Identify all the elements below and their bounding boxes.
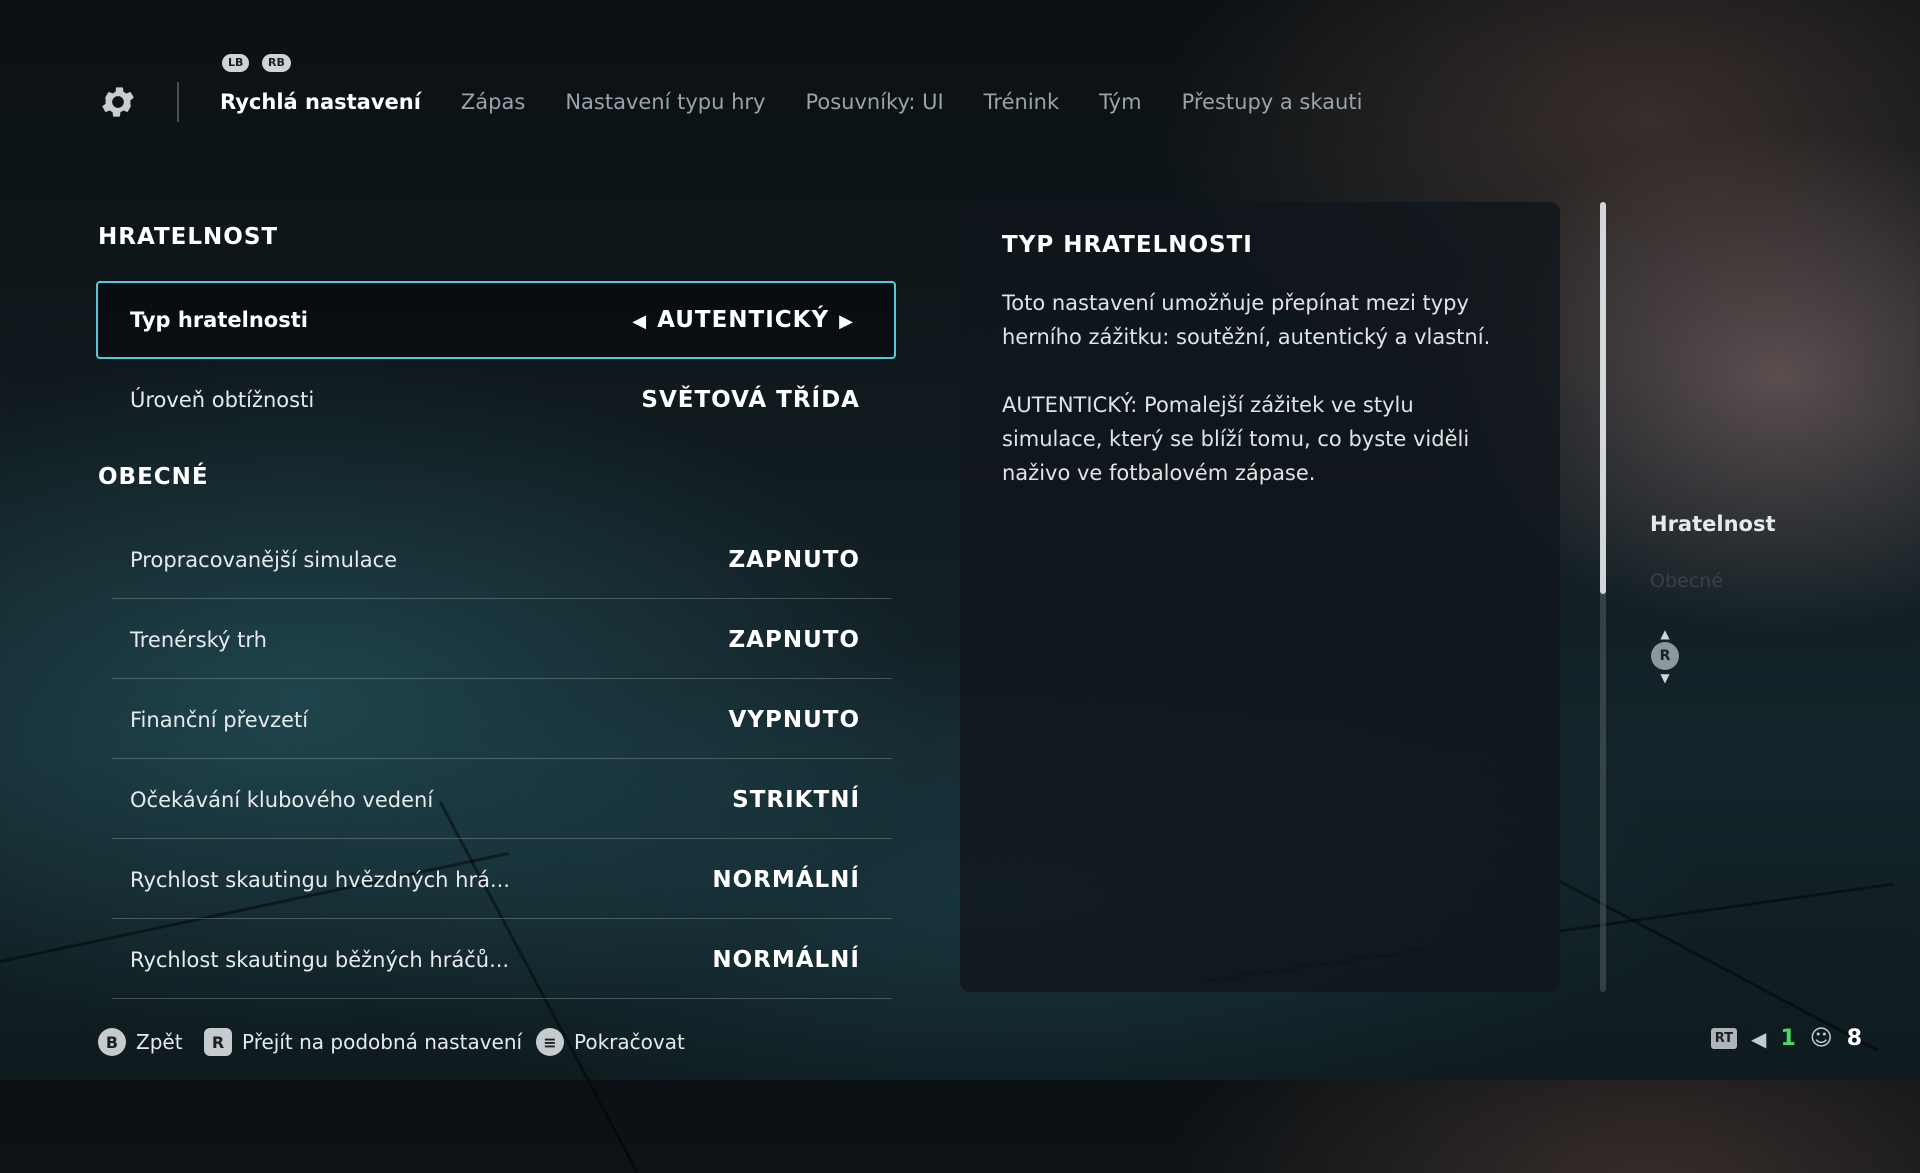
player-count: 8 — [1846, 1026, 1862, 1051]
setting-value: VYPNUTO — [728, 706, 860, 733]
description-paragraph: AUTENTICKÝ: Pomalejší zážitek ve stylu s… — [1002, 393, 1470, 485]
status-bar: RT ◀ 1 ☺ 8 — [1710, 1026, 1862, 1051]
setting-value: ZAPNUTO — [728, 626, 860, 653]
setting-value: NORMÁLNÍ — [712, 866, 860, 893]
section-heading-gameplay: HRATELNOST — [98, 224, 279, 250]
tab-team[interactable]: Tým — [1099, 90, 1141, 114]
continue-hint[interactable]: ≡ Pokračovat — [536, 1028, 685, 1056]
menu-button-icon: ≡ — [536, 1028, 564, 1056]
back-hint[interactable]: B Zpět — [98, 1028, 183, 1056]
setting-value: STRIKTNÍ — [732, 786, 860, 813]
tab-sliders-ui[interactable]: Posuvníky: UI — [805, 90, 943, 114]
nav-divider — [177, 82, 179, 122]
scrollbar-thumb[interactable] — [1600, 202, 1606, 594]
setting-row-gameplay-type[interactable]: Typ hratelnosti ◀ AUTENTICKÝ ▶ — [96, 281, 896, 359]
speaker-icon: ◀ — [1751, 1026, 1767, 1051]
lb-bumper-icon[interactable]: LB — [222, 54, 250, 72]
settings-gear-icon[interactable] — [98, 82, 138, 122]
description-panel: TYP HRATELNOSTI Toto nastavení umožňuje … — [960, 202, 1560, 992]
tab-game-type-settings[interactable]: Nastavení typu hry — [565, 90, 765, 114]
setting-row-regular-scouting-speed[interactable]: Rychlost skautingu běžných hráčů... NORM… — [112, 921, 892, 999]
up-arrow-icon: ▲ — [1660, 627, 1670, 641]
b-button-icon: B — [98, 1028, 126, 1056]
setting-row-financial-takeover[interactable]: Finanční převzetí VYPNUTO — [112, 681, 892, 759]
right-stick-icon: ▲ R ▼ — [1650, 628, 1680, 688]
left-arrow-icon[interactable]: ◀ — [632, 311, 647, 332]
setting-row-difficulty[interactable]: Úroveň obtížnosti SVĚTOVÁ TŘÍDA — [112, 361, 892, 439]
setting-value: ZAPNUTO — [728, 546, 860, 573]
users-icon: ☺ — [1809, 1026, 1833, 1051]
continue-label: Pokračovat — [574, 1030, 685, 1054]
setting-row-manager-market[interactable]: Trenérský trh ZAPNUTO — [112, 601, 892, 679]
voice-count: 1 — [1780, 1026, 1796, 1051]
tab-quick-settings[interactable]: Rychlá nastavení — [220, 90, 421, 114]
rb-bumper-icon[interactable]: RB — [262, 54, 291, 72]
setting-label: Typ hratelnosti — [130, 308, 308, 332]
setting-value: ◀ AUTENTICKÝ ▶ — [622, 307, 864, 333]
setting-row-star-scouting-speed[interactable]: Rychlost skautingu hvězdných hrá... NORM… — [112, 841, 892, 919]
setting-label: Rychlost skautingu běžných hráčů... — [130, 947, 510, 972]
back-label: Zpět — [136, 1030, 183, 1054]
setting-label: Úroveň obtížnosti — [130, 388, 315, 412]
setting-row-enhanced-simulation[interactable]: Propracovanější simulace ZAPNUTO — [112, 521, 892, 599]
side-nav-item-gameplay[interactable]: Hratelnost — [1650, 512, 1776, 536]
similar-settings-label: Přejít na podobná nastavení — [242, 1030, 523, 1054]
side-nav-item-general[interactable]: Obecné — [1650, 570, 1723, 592]
tab-transfers-scouts[interactable]: Přestupy a skauti — [1182, 90, 1363, 114]
setting-label: Očekávání klubového vedení — [130, 787, 434, 812]
setting-value-text: AUTENTICKÝ — [657, 307, 830, 333]
tab-bar: Rychlá nastavení Zápas Nastavení typu hr… — [220, 90, 1362, 114]
similar-settings-hint[interactable]: R Přejít na podobná nastavení — [204, 1028, 522, 1056]
right-arrow-icon[interactable]: ▶ — [839, 311, 854, 332]
section-heading-general: OBECNÉ — [98, 464, 209, 490]
setting-label: Trenérský trh — [130, 627, 267, 652]
setting-value: SVĚTOVÁ TŘÍDA — [641, 387, 860, 413]
tab-training[interactable]: Trénink — [984, 90, 1059, 114]
rt-trigger-icon: RT — [1710, 1028, 1738, 1049]
down-arrow-icon: ▼ — [1660, 671, 1670, 685]
r-stick-click-icon: R — [204, 1028, 232, 1056]
scrollbar[interactable] — [1600, 202, 1606, 992]
description-title: TYP HRATELNOSTI — [1002, 232, 1253, 258]
setting-row-board-expectations[interactable]: Očekávání klubového vedení STRIKTNÍ — [112, 761, 892, 839]
description-paragraph: Toto nastavení umožňuje přepínat mezi ty… — [1002, 291, 1491, 349]
setting-label: Propracovanější simulace — [130, 547, 398, 572]
r-button-icon: R — [1651, 642, 1679, 670]
tab-match[interactable]: Zápas — [461, 90, 525, 114]
setting-label: Rychlost skautingu hvězdných hrá... — [130, 867, 510, 892]
setting-value: NORMÁLNÍ — [712, 946, 860, 973]
setting-label: Finanční převzetí — [130, 707, 309, 732]
